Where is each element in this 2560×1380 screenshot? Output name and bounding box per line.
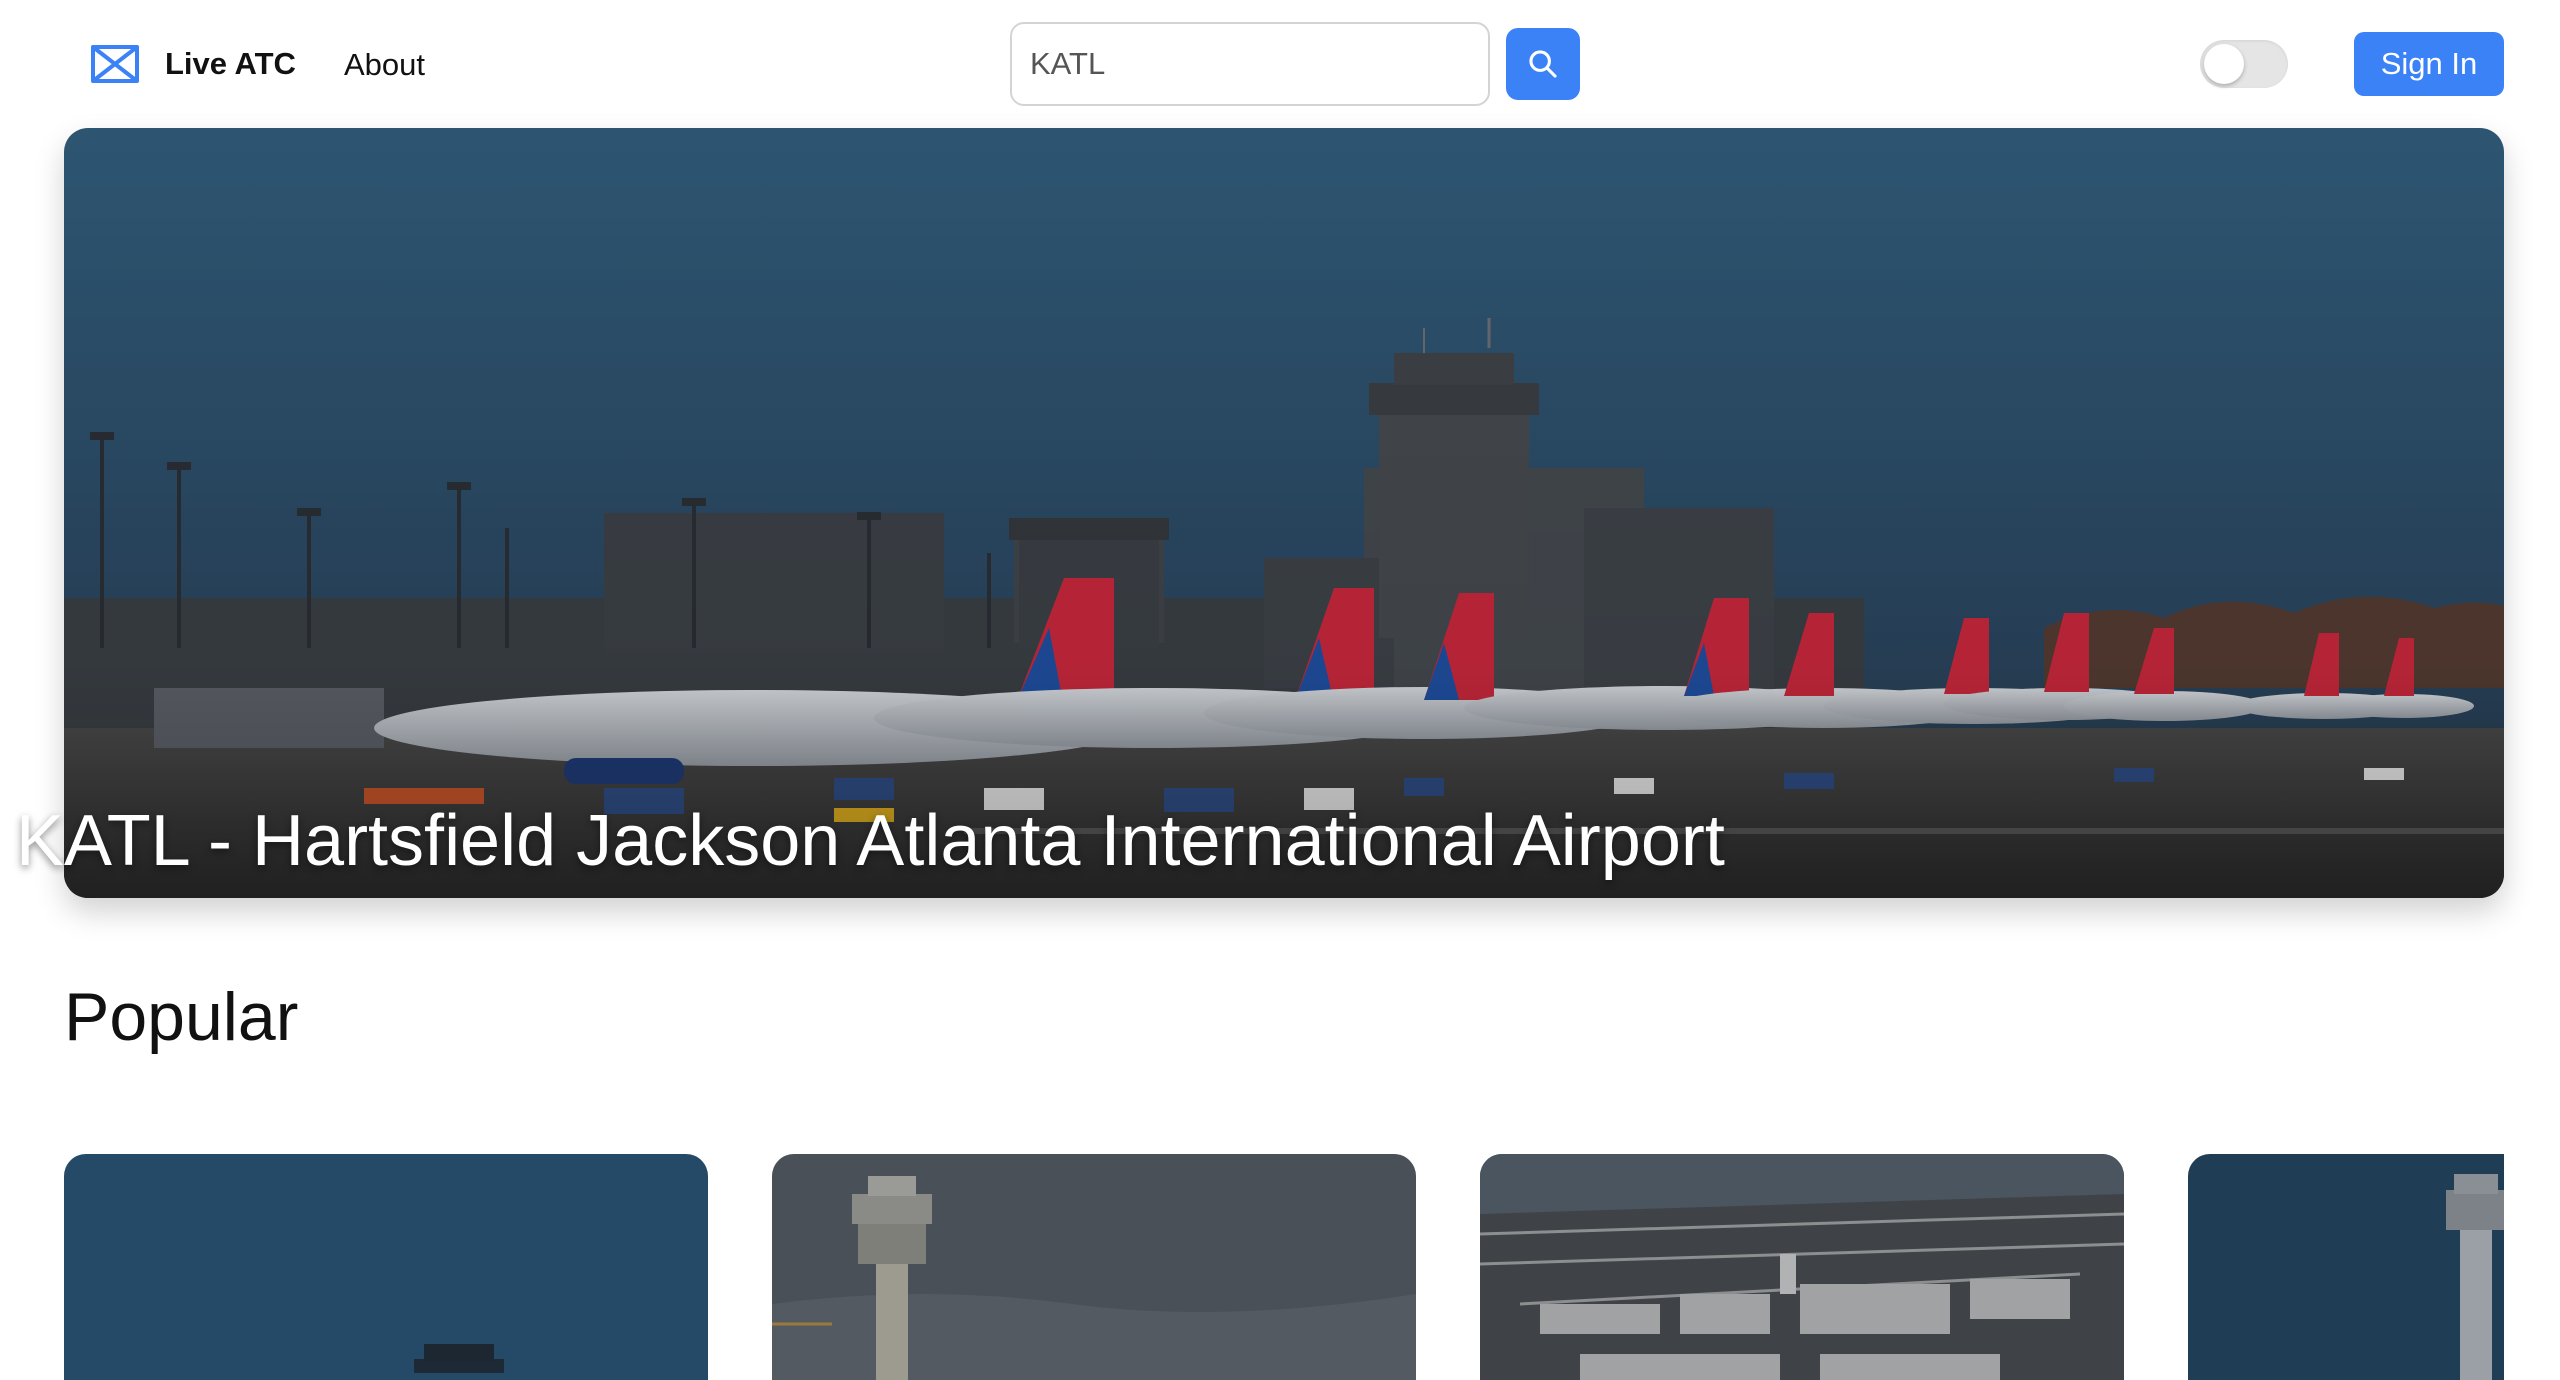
control-tower-photo bbox=[772, 1154, 1416, 1380]
popular-card[interactable] bbox=[772, 1154, 1416, 1380]
top-navbar: Live ATC About Sign In bbox=[0, 0, 2560, 128]
section-title-popular: Popular bbox=[64, 979, 299, 1055]
popular-card[interactable] bbox=[1480, 1154, 2124, 1380]
popular-card[interactable] bbox=[2188, 1154, 2504, 1380]
search-input[interactable] bbox=[1010, 22, 1490, 106]
brand-link[interactable]: Live ATC bbox=[90, 40, 296, 88]
airport-aerial-photo bbox=[1480, 1154, 2124, 1380]
featured-airport-card[interactable] bbox=[64, 128, 2504, 898]
brand-name: Live ATC bbox=[165, 46, 296, 81]
sign-in-button[interactable]: Sign In bbox=[2354, 32, 2504, 96]
hero-title: KATL - Hartsfield Jackson Atlanta Intern… bbox=[16, 801, 1725, 881]
popular-cards bbox=[64, 1154, 2504, 1380]
theme-toggle[interactable] bbox=[2200, 40, 2288, 88]
toggle-knob bbox=[2204, 44, 2244, 84]
search-icon bbox=[1529, 50, 1557, 78]
control-tower-photo bbox=[2188, 1154, 2504, 1380]
bowtie-logo-icon bbox=[91, 45, 139, 83]
search-button[interactable] bbox=[1506, 28, 1580, 100]
nav-link-about[interactable]: About bbox=[344, 44, 425, 86]
popular-card[interactable] bbox=[64, 1154, 708, 1380]
hero-overlay bbox=[64, 128, 2504, 898]
control-tower-photo bbox=[64, 1154, 708, 1380]
